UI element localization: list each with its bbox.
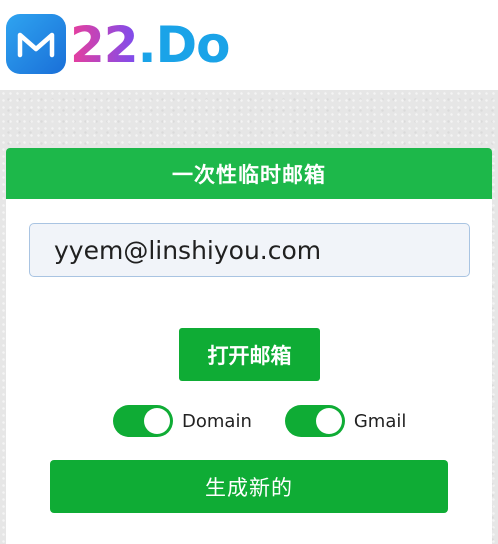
gmail-toggle-knob <box>315 408 342 434</box>
open-mailbox-button[interactable]: 打开邮箱 <box>179 328 320 381</box>
logo-do: Do <box>155 16 231 74</box>
domain-toggle-knob <box>144 408 170 434</box>
domain-toggle-label: Domain <box>182 410 252 432</box>
site-logo-text[interactable]: 22 . Do <box>70 12 231 78</box>
logo-number: 22 <box>70 12 139 78</box>
site-header: 22 . Do <box>0 0 498 90</box>
gmail-toggle[interactable] <box>284 405 345 437</box>
email-input[interactable] <box>29 223 470 277</box>
generate-new-button[interactable]: 生成新的 <box>50 460 448 513</box>
temp-mail-card: 一次性临时邮箱 打开邮箱 Domain Gmail 生成新的 <box>6 148 492 544</box>
logo-dot: . <box>137 16 157 74</box>
gmail-toggle-label: Gmail <box>353 410 407 432</box>
card-title: 一次性临时邮箱 <box>6 148 492 199</box>
mail-m-logo-icon[interactable] <box>6 14 66 74</box>
options-toggles: Domain Gmail <box>113 404 406 438</box>
domain-toggle[interactable] <box>113 405 173 437</box>
